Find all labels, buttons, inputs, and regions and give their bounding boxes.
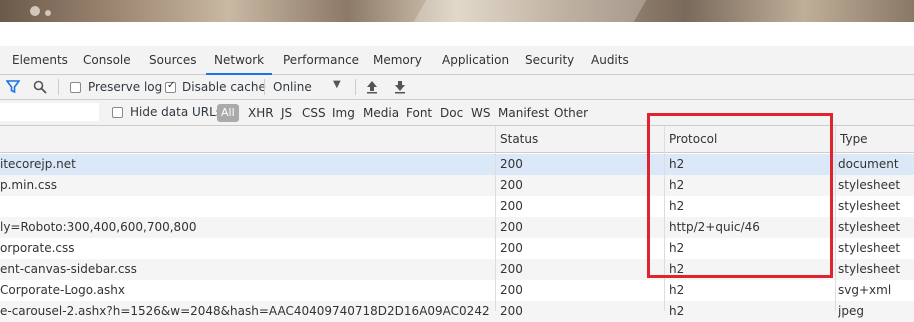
protocol-cell: h2 xyxy=(669,262,685,276)
tab-memory[interactable]: Memory xyxy=(373,46,422,74)
disable-cache-checkbox[interactable] xyxy=(165,80,176,93)
protocol-cell: h2 xyxy=(669,178,685,192)
table-row[interactable]: Corporate-Logo.ashx 200 h2 svg+xml xyxy=(0,280,914,301)
table-row[interactable]: p.min.css 200 h2 stylesheet xyxy=(0,175,914,196)
tab-performance[interactable]: Performance xyxy=(283,46,359,74)
protocol-cell: h2 xyxy=(669,283,685,297)
toolbar-divider xyxy=(58,79,59,95)
protocol-cell: h2 xyxy=(669,241,685,255)
filter-img[interactable]: Img xyxy=(332,100,355,126)
protocol-cell: h2 xyxy=(669,304,685,318)
table-row[interactable]: itecorejp.net 200 h2 document xyxy=(0,154,914,175)
column-header-protocol[interactable]: Protocol xyxy=(669,126,717,153)
hide-data-urls-checkbox[interactable] xyxy=(112,107,123,118)
requests-table-header: Status Protocol Type xyxy=(0,126,914,153)
type-cell: stylesheet xyxy=(838,178,901,192)
filter-input[interactable] xyxy=(0,103,99,121)
filter-font[interactable]: Font xyxy=(406,100,432,126)
request-name-cell: itecorejp.net xyxy=(0,157,76,171)
banner-highlight xyxy=(45,10,51,16)
type-cell: stylesheet xyxy=(838,241,901,255)
toolbar-divider xyxy=(264,79,265,95)
request-name-cell: Corporate-Logo.ashx xyxy=(0,283,126,297)
status-cell: 200 xyxy=(500,220,523,234)
upload-icon[interactable] xyxy=(365,80,379,97)
filter-js[interactable]: JS xyxy=(281,100,292,126)
status-cell: 200 xyxy=(500,283,523,297)
filter-ws[interactable]: WS xyxy=(471,100,490,126)
table-row[interactable]: 200 h2 stylesheet xyxy=(0,196,914,217)
status-cell: 200 xyxy=(500,304,523,318)
hide-data-urls-label: Hide data URLs xyxy=(130,105,223,119)
status-cell: 200 xyxy=(500,157,523,171)
tab-console[interactable]: Console xyxy=(83,46,131,74)
filter-all-button[interactable]: All xyxy=(217,104,239,122)
type-cell: jpeg xyxy=(838,304,864,318)
type-cell: stylesheet xyxy=(838,220,901,234)
type-cell: document xyxy=(838,157,899,171)
filter-css[interactable]: CSS xyxy=(302,100,326,126)
chevron-down-icon[interactable]: ▼ xyxy=(333,79,341,90)
request-name-cell: orporate.css xyxy=(0,241,75,255)
request-name-cell: ly=Roboto:300,400,600,700,800 xyxy=(0,220,197,234)
protocol-cell: h2 xyxy=(669,199,685,213)
preserve-log-checkbox[interactable] xyxy=(70,82,81,93)
tab-network[interactable]: Network xyxy=(205,46,273,75)
status-cell: 200 xyxy=(500,199,523,213)
filter-doc[interactable]: Doc xyxy=(440,100,463,126)
tab-elements[interactable]: Elements xyxy=(12,46,68,74)
type-cell: svg+xml xyxy=(838,283,892,297)
preserve-log-label: Preserve log xyxy=(88,80,163,94)
devtools-tab-bar: Elements Console Sources Network Perform… xyxy=(0,46,914,75)
throttling-select[interactable]: Online xyxy=(273,80,312,94)
protocol-cell: h2 xyxy=(669,157,685,171)
status-cell: 200 xyxy=(500,262,523,276)
filter-media[interactable]: Media xyxy=(363,100,399,126)
column-divider xyxy=(495,126,496,311)
filter-bar: Hide data URLs All XHR JS CSS Img Media … xyxy=(0,100,914,126)
disable-cache-label: Disable cache xyxy=(182,80,266,94)
type-cell: stylesheet xyxy=(838,262,901,276)
request-name-cell: ent-canvas-sidebar.css xyxy=(0,262,137,276)
column-header-type[interactable]: Type xyxy=(840,126,868,153)
status-cell: 200 xyxy=(500,178,523,192)
table-row[interactable]: orporate.css 200 h2 stylesheet xyxy=(0,238,914,259)
filter-manifest[interactable]: Manifest xyxy=(498,100,549,126)
filter-xhr[interactable]: XHR xyxy=(248,100,274,126)
column-header-status[interactable]: Status xyxy=(500,126,538,153)
table-row[interactable]: ent-canvas-sidebar.css 200 h2 stylesheet xyxy=(0,259,914,280)
banner-highlight xyxy=(30,6,40,16)
status-cell: 200 xyxy=(500,241,523,255)
filter-other[interactable]: Other xyxy=(554,100,588,126)
toolbar-divider xyxy=(355,79,356,95)
column-divider xyxy=(664,126,665,311)
search-icon[interactable] xyxy=(33,80,47,97)
table-row[interactable]: ly=Roboto:300,400,600,700,800 200 http/2+q… xyxy=(0,217,914,238)
column-divider xyxy=(835,126,836,311)
request-name-cell: e-carousel-2.ashx?h=1526&w=2048&hash=AAC… xyxy=(0,304,490,318)
page-content-gap xyxy=(0,22,914,46)
tab-security[interactable]: Security xyxy=(525,46,574,74)
type-cell: stylesheet xyxy=(838,199,901,213)
page-banner-image xyxy=(0,0,914,22)
request-name-cell: p.min.css xyxy=(0,178,57,192)
network-toolbar: Preserve log Disable cache Online ▼ xyxy=(0,75,914,100)
filter-icon[interactable] xyxy=(5,80,21,97)
tab-audits[interactable]: Audits xyxy=(591,46,629,74)
download-icon[interactable] xyxy=(393,80,407,97)
protocol-cell: http/2+quic/46 xyxy=(669,220,760,234)
tab-sources[interactable]: Sources xyxy=(149,46,196,74)
banner-streak xyxy=(413,0,647,22)
tab-application[interactable]: Application xyxy=(442,46,509,74)
table-row[interactable]: e-carousel-2.ashx?h=1526&w=2048&hash=AAC… xyxy=(0,301,914,322)
